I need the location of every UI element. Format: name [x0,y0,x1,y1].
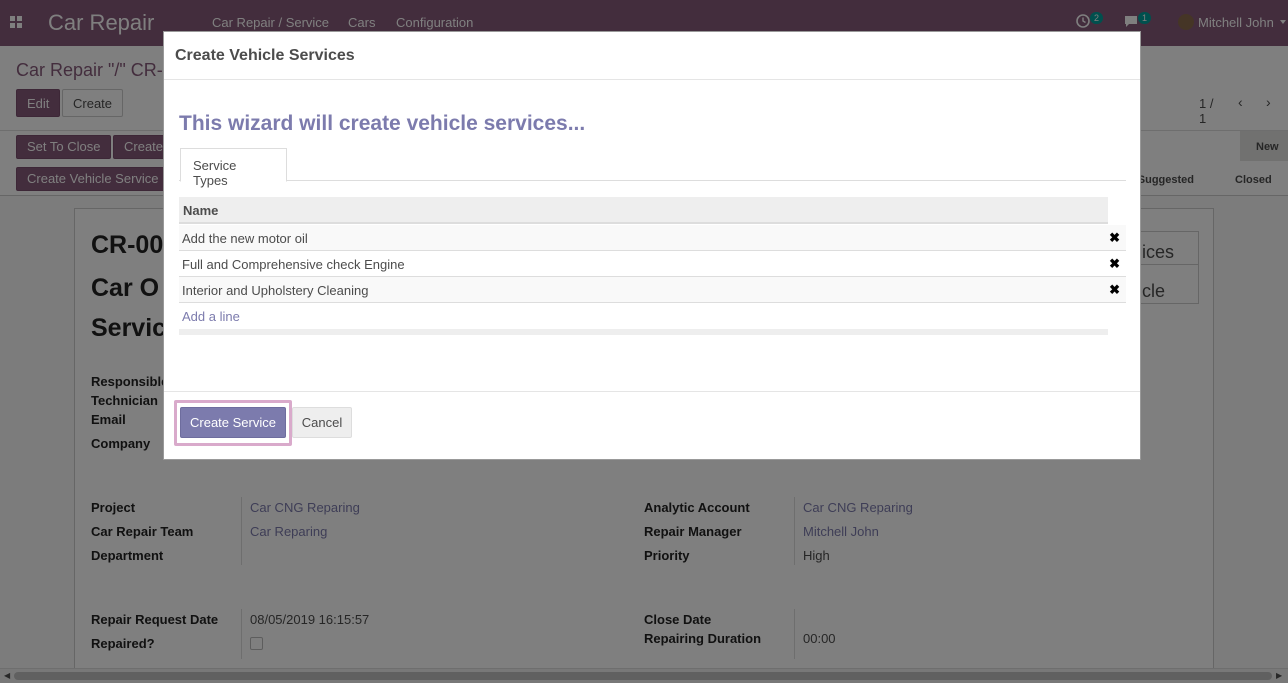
wizard-heading: This wizard will create vehicle services… [179,112,586,135]
create-service-button[interactable]: Create Service [180,407,286,438]
tabs-bar: Service Types [179,148,1126,188]
table-row[interactable]: Interior and Upholstery Cleaning ✖ [179,277,1126,303]
table-row[interactable]: Full and Comprehensive check Engine ✖ [179,251,1126,277]
tab-service-types[interactable]: Service Types [180,148,287,188]
add-a-line-link[interactable]: Add a line [182,309,240,324]
modal-footer: Create Service Cancel [164,391,1140,460]
modal-title: Create Vehicle Services [175,47,355,64]
row-name: Interior and Upholstery Cleaning [182,283,369,298]
delete-row-icon[interactable]: ✖ [1109,230,1120,246]
row-name: Full and Comprehensive check Engine [182,257,405,272]
row-name: Add the new motor oil [182,231,308,246]
delete-row-icon[interactable]: ✖ [1109,282,1120,298]
delete-row-icon[interactable]: ✖ [1109,256,1120,272]
create-vehicle-services-dialog: Create Vehicle Services This wizard will… [163,31,1141,460]
modal-header: Create Vehicle Services [164,32,1140,80]
table-footer [179,329,1108,335]
cancel-button[interactable]: Cancel [292,407,352,438]
column-header-name[interactable]: Name [179,197,1108,224]
table-row[interactable]: Add the new motor oil ✖ [179,225,1126,251]
